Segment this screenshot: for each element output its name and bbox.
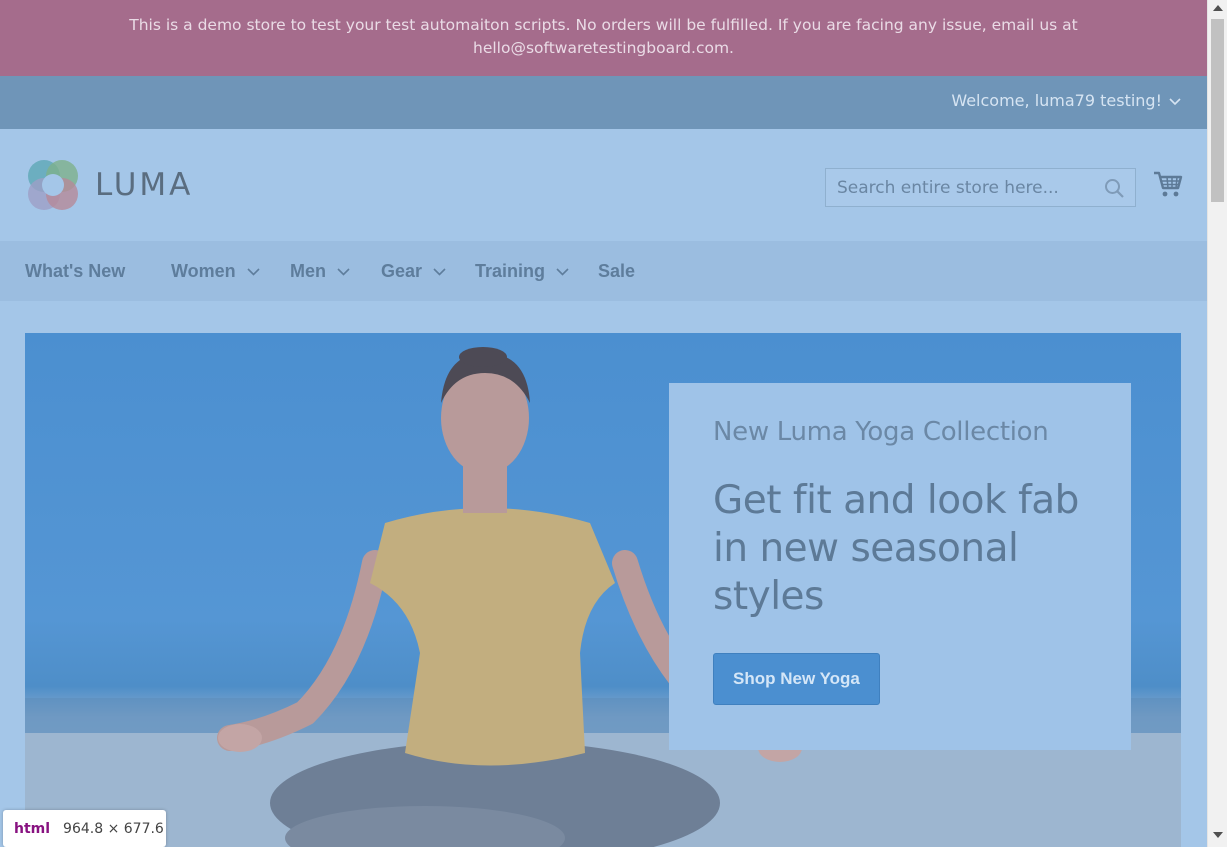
chevron-down-icon: [433, 267, 446, 276]
main-navigation: What's New Women Men Gear Training Sale: [0, 241, 1207, 301]
nav-item-women[interactable]: Women: [171, 241, 261, 301]
promo-title-line: in new seasonal: [713, 526, 1019, 571]
nav-item-label: Gear: [381, 260, 423, 281]
promo-card: New Luma Yoga Collection Get fit and loo…: [669, 383, 1131, 750]
logo-text: LUMA: [95, 167, 194, 203]
promo-title-line: Get fit and look fab: [713, 478, 1079, 523]
promo-subtitle: New Luma Yoga Collection: [713, 417, 1049, 447]
tooltip-tag: html: [14, 820, 51, 837]
nav-item-men[interactable]: Men: [290, 241, 351, 301]
demo-notice-line2: hello@softwaretestingboard.com.: [473, 39, 734, 57]
vertical-scrollbar[interactable]: [1207, 0, 1227, 847]
nav-item-gear[interactable]: Gear: [381, 241, 447, 301]
chevron-down-icon: [337, 267, 350, 276]
customer-welcome-menu[interactable]: Welcome, luma79 testing!: [951, 91, 1182, 110]
promo-title-line: styles: [713, 574, 824, 619]
search-input[interactable]: [826, 169, 1096, 206]
nav-item-label: What's New: [25, 260, 126, 281]
nav-item-label: Sale: [598, 260, 636, 281]
promo-title: Get fit and look fab in new seasonal sty…: [713, 477, 1087, 621]
luma-logo[interactable]: LUMA: [25, 157, 193, 213]
page: This is a demo store to test your test a…: [0, 0, 1207, 847]
luma-logo-icon: [28, 160, 78, 210]
cart-icon[interactable]: [1153, 169, 1183, 199]
shop-new-yoga-button[interactable]: Shop New Yoga: [713, 653, 880, 705]
tooltip-dimensions: 964.8 × 677.6: [63, 820, 164, 837]
scroll-up-arrow-icon[interactable]: [1213, 5, 1223, 11]
site-header: LUMA: [0, 129, 1207, 241]
nav-item-label: Men: [290, 260, 326, 281]
panel-header: Welcome, luma79 testing!: [0, 76, 1207, 130]
chevron-down-icon[interactable]: [1168, 94, 1182, 108]
nav-item-label: Training: [475, 260, 546, 281]
scrollbar-thumb[interactable]: [1211, 19, 1224, 202]
search-icon[interactable]: [1104, 178, 1125, 199]
chevron-down-icon: [556, 267, 569, 276]
welcome-text: Welcome, luma79 testing!: [951, 91, 1162, 110]
chevron-down-icon: [247, 267, 260, 276]
scroll-down-arrow-icon[interactable]: [1213, 832, 1223, 838]
element-inspector-tooltip: html 964.8 × 677.6: [3, 810, 166, 847]
nav-item-sale[interactable]: Sale: [598, 241, 635, 301]
search-box: [825, 168, 1136, 207]
hero-banner[interactable]: New Luma Yoga Collection Get fit and loo…: [25, 333, 1181, 847]
nav-item-label: Women: [171, 260, 236, 281]
nav-item-whats-new[interactable]: What's New: [25, 241, 125, 301]
demo-notice-banner: This is a demo store to test your test a…: [0, 0, 1207, 76]
nav-item-training[interactable]: Training: [475, 241, 570, 301]
demo-notice-line1: This is a demo store to test your test a…: [129, 16, 1078, 34]
